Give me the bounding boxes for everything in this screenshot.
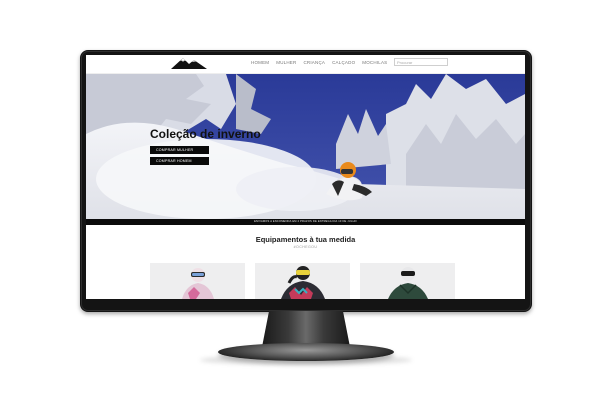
shop-women-button[interactable]: COMPRAR MULHER	[150, 146, 209, 154]
product-card-kids[interactable]	[360, 263, 455, 299]
product-card-women[interactable]	[150, 263, 245, 299]
shop-men-button[interactable]: COMPRAR HOMEM	[150, 157, 209, 165]
search-input[interactable]	[394, 58, 448, 66]
website-screen: HOMEM MULHER CRIANÇA CALÇADO MOCHILAS SO…	[86, 55, 525, 299]
product-card-men[interactable]	[255, 263, 350, 299]
hero-banner: Coleção de inverno COMPRAR MULHER COMPRA…	[86, 74, 525, 219]
nav-link-mulher[interactable]: MULHER	[276, 60, 296, 65]
hero-title: Coleção de inverno	[150, 127, 261, 141]
nav-link-crianca[interactable]: CRIANÇA	[303, 60, 325, 65]
section-subtitle: #OCHEGOU	[293, 245, 318, 249]
mountain-logo-icon[interactable]	[169, 56, 209, 70]
nav-link-mochilas[interactable]: MOCHILAS	[362, 60, 387, 65]
product-image-kids	[360, 263, 455, 299]
product-image-women	[150, 263, 245, 299]
product-image-men	[255, 263, 350, 299]
top-navbar: HOMEM MULHER CRIANÇA CALÇADO MOCHILAS SO…	[86, 55, 525, 74]
section-title: Equipamentos à tua medida	[255, 235, 356, 244]
promo-bar: ENVIAMOS A ENCOMENDA EM 4 PRAZOS DE ENTR…	[86, 219, 525, 225]
nav-link-homem[interactable]: HOMEM	[251, 60, 269, 65]
monitor-stand-neck	[262, 311, 350, 347]
monitor-stand-base	[218, 343, 394, 361]
nav-link-calcado[interactable]: CALÇADO	[332, 60, 355, 65]
